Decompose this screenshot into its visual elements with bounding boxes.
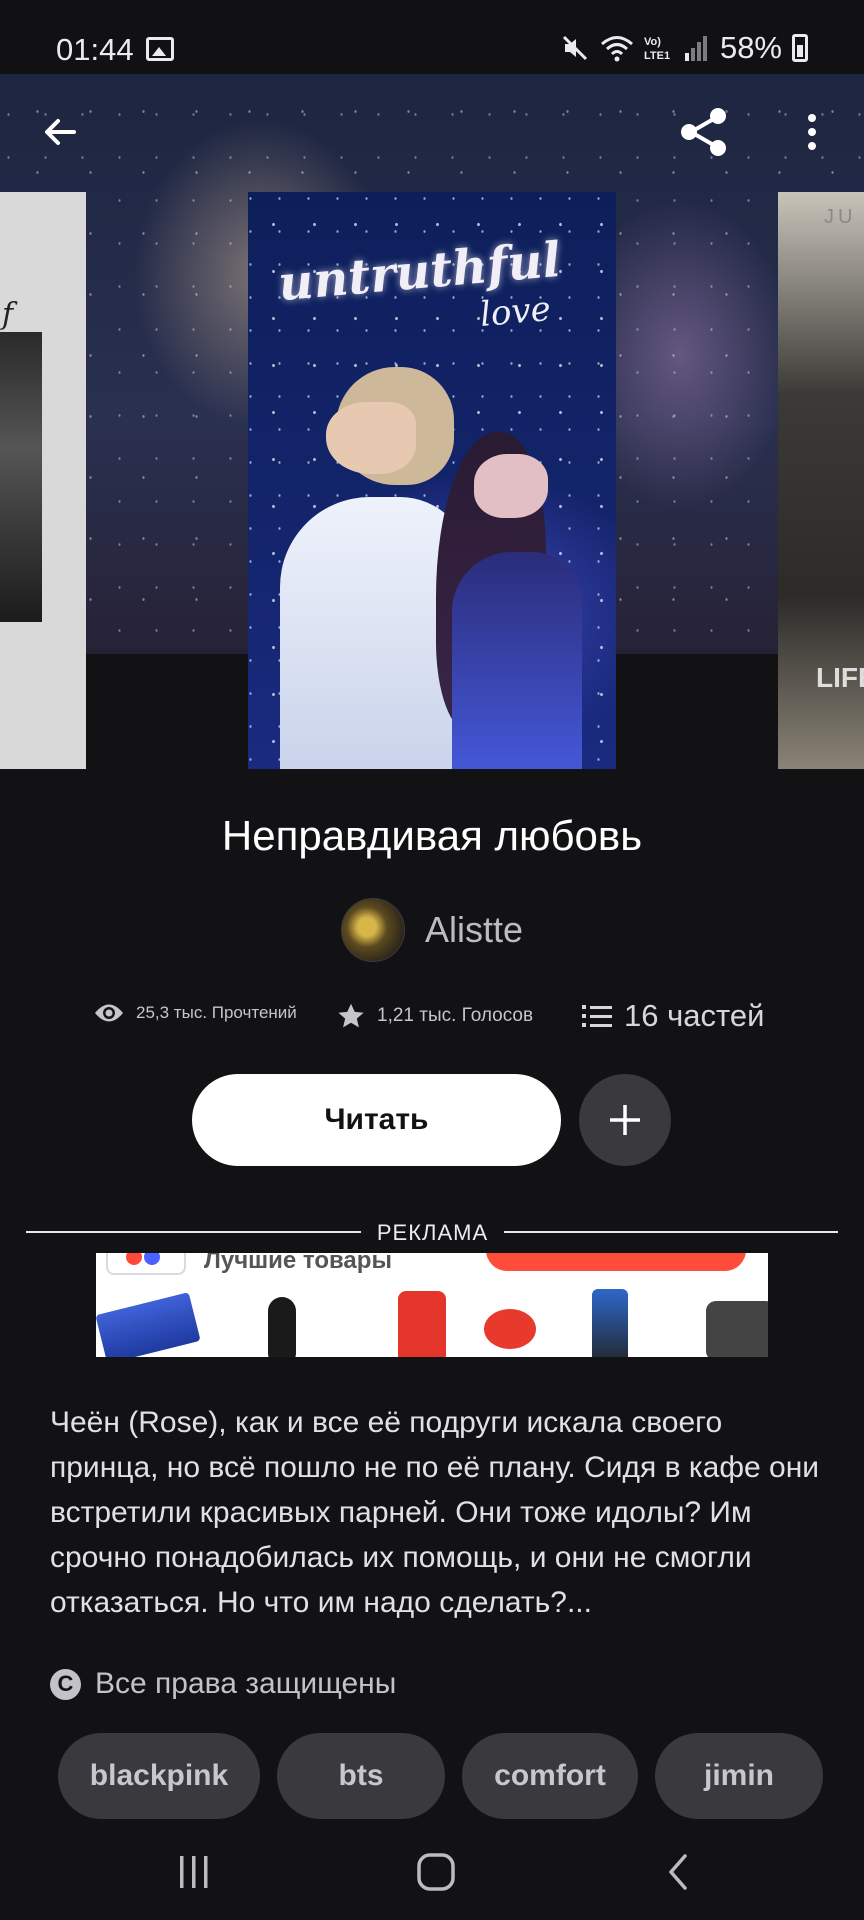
- reads-count: 25,3 тыс. Прочтений: [136, 1003, 297, 1022]
- wifi-icon: [600, 36, 633, 62]
- previous-book-cover[interactable]: f: [0, 192, 86, 769]
- arrow-left-icon: [45, 119, 76, 145]
- home-button[interactable]: [396, 1842, 476, 1902]
- status-bar: 01:44 Vo) LTE1 58%: [0, 0, 864, 74]
- ad-product-image: [706, 1301, 768, 1357]
- svg-text:LTE1: LTE1: [644, 50, 670, 62]
- next-book-cover[interactable]: JU LIFE: [778, 192, 864, 769]
- read-button[interactable]: Читать: [192, 1074, 561, 1166]
- author-name[interactable]: Alistte: [425, 909, 523, 951]
- svg-text:Vo): Vo): [644, 36, 661, 48]
- signal-icon: [684, 36, 707, 61]
- share-icon: [681, 108, 726, 156]
- ad-product-image: [398, 1291, 446, 1357]
- tag-list: blackpink bts comfort jimin: [58, 1733, 823, 1819]
- votes-stat: 1,21 тыс. Голосов: [337, 1002, 533, 1030]
- more-vertical-icon: [808, 114, 816, 150]
- star-icon: [338, 1003, 364, 1028]
- book-description[interactable]: Чеён (Rose), как и все её подруги искала…: [50, 1400, 820, 1625]
- battery-percent: 58%: [719, 30, 782, 65]
- copyright-notice: C Все права защищены: [50, 1667, 396, 1701]
- ad-logo: [106, 1253, 186, 1275]
- system-back-button[interactable]: [638, 1842, 718, 1902]
- mute-icon: [562, 35, 588, 61]
- chevron-left-icon: [669, 1854, 687, 1890]
- gallery-notification-icon: [146, 37, 174, 61]
- recent-apps-button[interactable]: [154, 1842, 234, 1902]
- book-cover[interactable]: untruthful love: [248, 192, 616, 769]
- plus-icon: [610, 1105, 640, 1135]
- parts-stat[interactable]: 16 частей: [582, 998, 764, 1034]
- eye-icon: [95, 1004, 123, 1022]
- book-title: Неправдивая любовь: [221, 812, 643, 859]
- system-navigation-bar: [0, 1822, 864, 1920]
- reads-stat: 25,3 тыс. Прочтений: [94, 1002, 297, 1024]
- parts-count: 16 частей: [624, 998, 765, 1033]
- author-avatar[interactable]: [340, 898, 405, 962]
- tag-chip[interactable]: blackpink: [58, 1733, 260, 1819]
- ad-product-image: [592, 1289, 628, 1357]
- copyright-icon: C: [50, 1668, 81, 1700]
- home-icon: [417, 1853, 455, 1891]
- copyright-text: Все права защищены: [95, 1667, 397, 1700]
- ad-divider: РЕКЛАМА: [26, 1218, 838, 1248]
- cover-subtitle-text: love: [478, 288, 553, 336]
- votes-count: 1,21 тыс. Голосов: [377, 1005, 534, 1026]
- status-time: 01:44: [56, 32, 134, 67]
- battery-icon: [792, 34, 808, 62]
- tag-chip[interactable]: jimin: [655, 1733, 823, 1819]
- book-stats: 25,3 тыс. Прочтений 1,21 тыс. Голосов 16…: [0, 998, 864, 1046]
- recent-apps-icon: [180, 1856, 208, 1888]
- more-options-button[interactable]: [782, 102, 842, 162]
- author-link[interactable]: Alistte: [0, 898, 864, 962]
- share-button[interactable]: [674, 102, 734, 162]
- volte-lte-icon: Vo) LTE1: [644, 36, 670, 62]
- ad-product-image: [484, 1309, 536, 1349]
- ad-product-image: [96, 1292, 201, 1357]
- ad-banner[interactable]: Лучшие товары: [96, 1253, 768, 1357]
- list-icon: [582, 1005, 612, 1027]
- ad-headline: Лучшие товары: [204, 1253, 392, 1274]
- tag-chip[interactable]: comfort: [462, 1733, 638, 1819]
- back-button[interactable]: [30, 102, 90, 162]
- ad-cta-button[interactable]: [486, 1253, 746, 1271]
- status-indicators: Vo) LTE1 58%: [560, 30, 808, 66]
- ad-product-image: [268, 1297, 296, 1357]
- add-to-library-button[interactable]: [579, 1074, 671, 1166]
- ad-label: РЕКЛАМА: [376, 1220, 489, 1245]
- tag-chip[interactable]: bts: [277, 1733, 445, 1819]
- cover-carousel[interactable]: f untruthful love JU LIFE: [0, 74, 864, 769]
